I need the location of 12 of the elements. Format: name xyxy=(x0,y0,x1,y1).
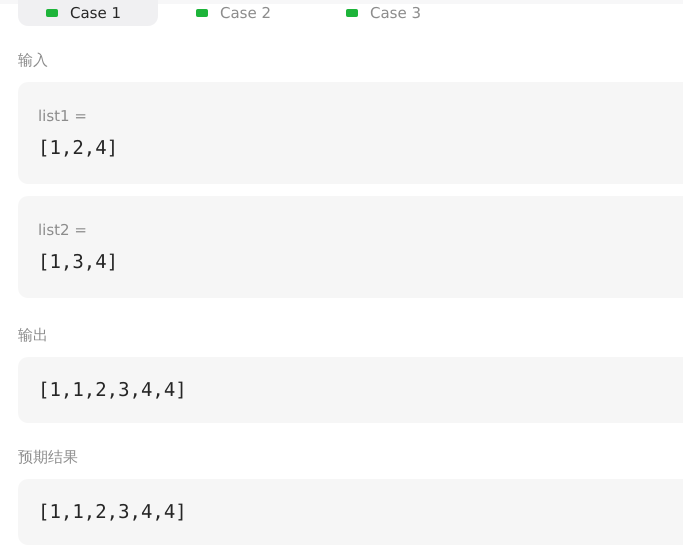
case-tab[interactable]: Case 2 xyxy=(168,0,308,26)
section-label: 输出 xyxy=(18,325,49,346)
output-value: [1,1,2,3,4,4] xyxy=(38,379,187,401)
section-label: 预期结果 xyxy=(18,447,79,468)
param-name: list1 = xyxy=(38,107,87,125)
param-value: [1,3,4] xyxy=(38,251,118,273)
param-name: list2 = xyxy=(38,221,87,239)
param-value: [1,2,4] xyxy=(38,137,118,159)
case-tab[interactable]: Case 3 xyxy=(318,0,458,26)
expected-value: [1,1,2,3,4,4] xyxy=(38,501,187,523)
case-tab[interactable]: Case 1 xyxy=(18,0,158,26)
section-label: 输入 xyxy=(18,50,49,71)
